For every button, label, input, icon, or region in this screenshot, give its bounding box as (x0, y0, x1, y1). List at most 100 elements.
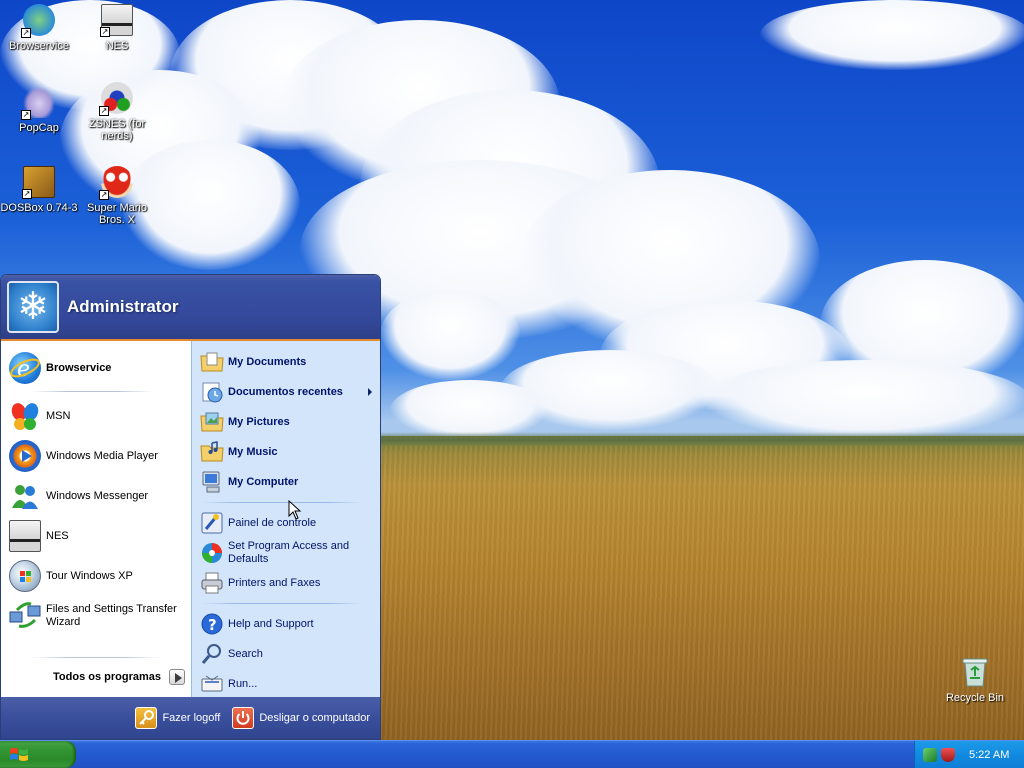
place-recent-documents[interactable]: Documentos recentes (192, 377, 380, 407)
msn-butterfly-icon (9, 400, 41, 432)
place-label: My Pictures (228, 415, 290, 428)
support-label: Search (228, 647, 263, 660)
support-search[interactable]: Search (192, 639, 380, 669)
messenger-icon (9, 480, 41, 512)
recent-item-msn[interactable]: MSN (1, 396, 191, 436)
place-label: Documentos recentes (228, 385, 343, 398)
folder-pictures-icon (200, 410, 224, 434)
place-label: My Music (228, 445, 278, 458)
zsnes-icon: ↗ (99, 82, 133, 116)
desktop-icon-browservice[interactable]: ↗ Browservice (0, 4, 78, 52)
setting-label: Printers and Faxes (228, 576, 321, 589)
snowflake-icon[interactable]: ❄ (7, 281, 59, 333)
logoff-label: Fazer logoff (162, 712, 221, 724)
windows-flag-icon (8, 746, 30, 764)
taskbar: 5:22 AM (0, 740, 1024, 768)
all-programs-label: Todos os programas (53, 671, 161, 683)
all-programs-button[interactable]: Todos os programas (1, 657, 191, 697)
recent-item-label: Windows Messenger (46, 489, 149, 502)
desktop-icon-popcap[interactable]: ↗ PopCap (0, 86, 78, 134)
network-icon[interactable] (923, 747, 937, 762)
arrow-right-icon (169, 669, 185, 685)
places-column: My Documents Documentos recentes My Pict… (191, 341, 380, 697)
programs-column: e Browservice MSN Windows Media Player W… (1, 341, 191, 697)
recent-item-label: Windows Media Player (46, 449, 158, 462)
desktop-icon-nes[interactable]: ↗ NES (78, 4, 156, 52)
start-menu: ❄ Administrator e Browservice MSN Window… (0, 274, 381, 740)
nes-icon (9, 520, 41, 552)
computer-icon (200, 470, 224, 494)
support-label: Help and Support (228, 617, 314, 630)
browservice-icon: ↗ (21, 4, 55, 38)
setting-label: Set Program Access and Defaults (228, 540, 350, 565)
folder-documents-icon (200, 350, 224, 374)
recent-item-windows-messenger[interactable]: Windows Messenger (1, 476, 191, 516)
desktop-icon-super-mario[interactable]: ↗ Super Mario Bros. X (78, 166, 156, 226)
place-my-computer[interactable]: My Computer (192, 467, 380, 497)
desktop-icon-label: Recycle Bin (945, 692, 1005, 704)
setting-printers-faxes[interactable]: Printers and Faxes (192, 568, 380, 598)
printer-icon (200, 571, 224, 595)
shutdown-label: Desligar o computador (259, 712, 370, 724)
place-my-pictures[interactable]: My Pictures (192, 407, 380, 437)
desktop-icon-recycle-bin[interactable]: Recycle Bin (940, 656, 1010, 704)
recycle-bin-icon (961, 656, 989, 688)
separator (31, 391, 153, 392)
start-menu-footer: Fazer logoff Desligar o computador (1, 697, 380, 739)
separator (202, 603, 362, 604)
recent-documents-icon (200, 380, 224, 404)
search-icon (200, 642, 224, 666)
support-run[interactable]: Run... (192, 669, 380, 699)
shield-icon[interactable] (941, 747, 955, 762)
internet-explorer-icon: e (9, 352, 41, 384)
place-my-music[interactable]: My Music (192, 437, 380, 467)
separator (31, 657, 161, 658)
recent-item-label: MSN (46, 409, 71, 422)
setting-program-access[interactable]: Set Program Access and Defaults (192, 538, 380, 568)
horizon (380, 432, 1024, 446)
pinned-item-browservice[interactable]: e Browservice (1, 348, 191, 388)
mushroom-icon: ↗ (99, 166, 133, 200)
start-button[interactable] (0, 741, 76, 768)
desktop-icon-zsnes[interactable]: ↗ ZSNES (for nerds) (78, 82, 156, 142)
place-label: My Documents (228, 355, 307, 368)
help-icon: ? (200, 612, 224, 636)
recent-item-windows-media-player[interactable]: Windows Media Player (1, 436, 191, 476)
key-icon (135, 707, 158, 729)
recent-item-nes[interactable]: NES (1, 516, 191, 556)
shutdown-button[interactable]: Desligar o computador (232, 707, 370, 729)
clock[interactable]: 5:22 AM (969, 749, 1009, 761)
recent-item-tour-windows-xp[interactable]: Tour Windows XP (1, 556, 191, 596)
nes-icon: ↗ (100, 4, 133, 37)
separator (202, 502, 362, 503)
support-label: Run... (228, 677, 258, 690)
dosbox-icon: ↗ (22, 166, 55, 199)
desktop-icon-label: Browservice (9, 40, 69, 52)
run-icon (200, 672, 224, 696)
mouse-cursor-icon (288, 500, 302, 520)
start-menu-header: ❄ Administrator (1, 275, 380, 341)
setting-control-panel[interactable]: Painel de controle (192, 508, 380, 538)
chevron-right-icon (368, 388, 372, 396)
program-access-icon (200, 541, 224, 565)
svg-text:?: ? (208, 616, 217, 634)
pinned-item-label: Browservice (46, 361, 112, 374)
recent-item-transfer-wizard[interactable]: Files and Settings Transfer Wizard (1, 596, 191, 636)
desktop-icon-label: ZSNES (for nerds) (88, 118, 146, 142)
power-icon (232, 707, 255, 729)
folder-music-icon (200, 440, 224, 464)
support-help[interactable]: ? Help and Support (192, 609, 380, 639)
desktop-icon-label: DOSBox 0.74-3 (0, 202, 78, 214)
recent-item-label: Tour Windows XP (46, 569, 133, 582)
desktop-icon-dosbox[interactable]: ↗ DOSBox 0.74-3 (0, 166, 78, 214)
user-name: Administrator (67, 297, 179, 316)
media-player-icon (9, 440, 41, 472)
place-label: My Computer (228, 475, 299, 488)
desktop-icon-label: PopCap (19, 122, 59, 134)
setting-label: Painel de controle (228, 516, 317, 529)
place-my-documents[interactable]: My Documents (192, 347, 380, 377)
recent-item-label: NES (46, 529, 69, 542)
system-tray: 5:22 AM (914, 741, 1024, 768)
popcap-icon: ↗ (21, 86, 55, 120)
logoff-button[interactable]: Fazer logoff (135, 707, 220, 729)
